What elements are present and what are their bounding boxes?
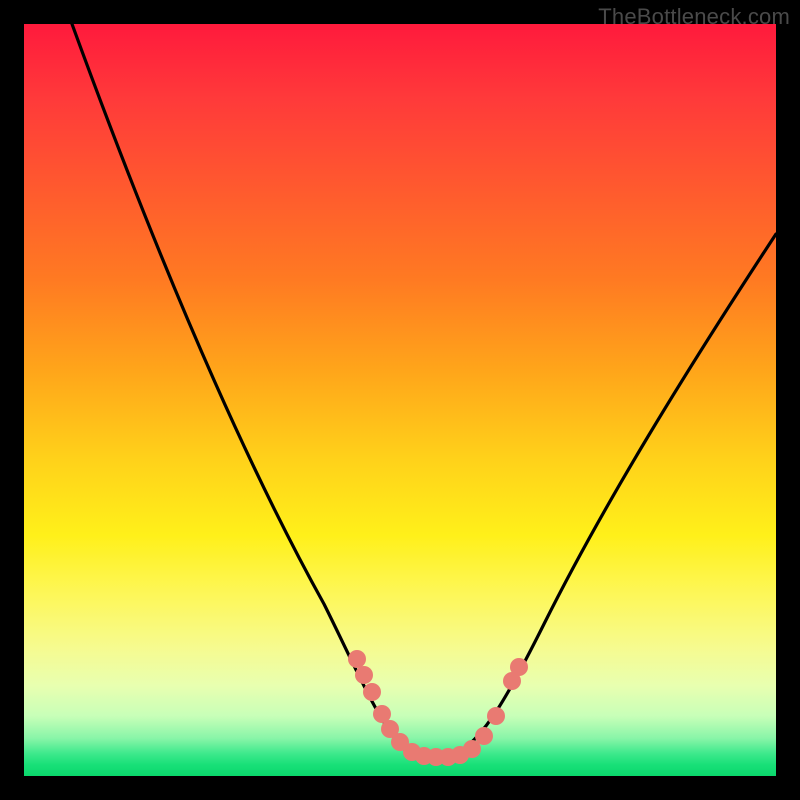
plot-area xyxy=(24,24,776,776)
marker-dot xyxy=(510,658,528,676)
marker-dot xyxy=(355,666,373,684)
marker-dot xyxy=(487,707,505,725)
bottleneck-curve xyxy=(24,24,776,776)
curve-path xyxy=(72,24,776,761)
chart-frame: TheBottleneck.com xyxy=(0,0,800,800)
marker-dot xyxy=(363,683,381,701)
watermark-text: TheBottleneck.com xyxy=(598,4,790,30)
marker-dot xyxy=(348,650,366,668)
marker-dot xyxy=(475,727,493,745)
